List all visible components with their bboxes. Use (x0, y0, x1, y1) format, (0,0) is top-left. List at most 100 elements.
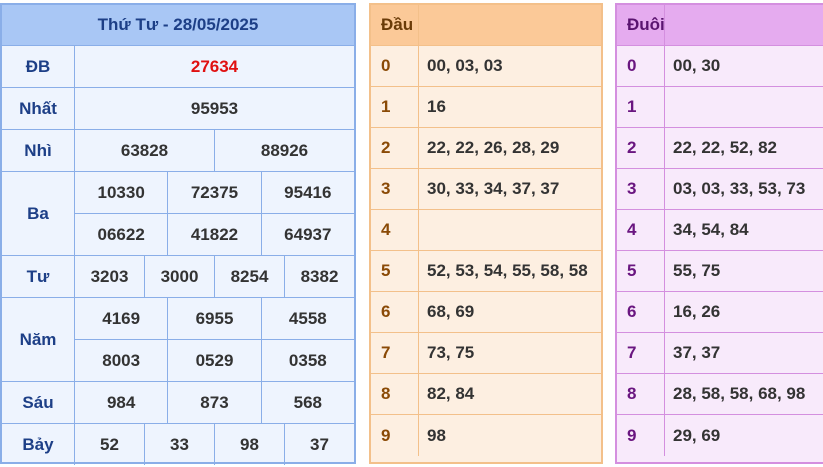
prize-row: Ba 10330 72375 95416 06622 41822 64937 (2, 172, 354, 256)
dau-row: 3 30, 33, 34, 37, 37 (371, 169, 601, 210)
prize-number-line: 27634 (75, 46, 354, 87)
prize-numbers: 27634 (75, 46, 354, 87)
prize-numbers: 3203 3000 8254 8382 (75, 256, 354, 297)
dau-values: 30, 33, 34, 37, 37 (427, 179, 560, 198)
prize-number: 873 (167, 382, 260, 423)
prize-number: 72375 (167, 172, 260, 213)
prize-label: Sáu (2, 382, 75, 423)
duoi-values: 03, 03, 33, 53, 73 (673, 179, 806, 198)
duoi-header-label: Đuôi (617, 5, 665, 45)
prize-number: 0529 (167, 340, 260, 381)
dau-digit: 8 (371, 374, 419, 414)
duoi-digit: 3 (617, 169, 665, 209)
dau-row: 9 98 (371, 415, 601, 456)
prize-number-line: 984 873 568 (75, 382, 354, 423)
duoi-digit: 6 (617, 292, 665, 332)
duoi-row: 3 03, 03, 33, 53, 73 (617, 169, 823, 210)
prize-row: ĐB 27634 (2, 46, 354, 88)
dau-values: 68, 69 (427, 302, 475, 321)
prize-number: 6955 (167, 298, 260, 339)
duoi-digit: 0 (617, 46, 665, 86)
prize-row: Sáu 984 873 568 (2, 382, 354, 424)
duoi-header: Đuôi (617, 5, 823, 46)
prize-label: Ba (2, 172, 75, 255)
prize-numbers: 63828 88926 (75, 130, 354, 171)
prize-numbers: 52 33 98 37 (75, 424, 354, 465)
dau-digit: 6 (371, 292, 419, 332)
duoi-row: 1 (617, 87, 823, 128)
prize-number: 52 (100, 434, 119, 454)
dau-values: 22, 22, 26, 28, 29 (427, 138, 560, 157)
prize-number: 95416 (260, 172, 354, 213)
prize-number: 3203 (90, 266, 129, 286)
prize-row: Bảy 52 33 98 37 (2, 424, 354, 465)
dau-digit: 7 (371, 333, 419, 373)
prize-number: 64937 (260, 214, 354, 255)
duoi-digit: 1 (617, 87, 665, 127)
prize-number: 568 (260, 382, 354, 423)
prize-label: Tư (2, 256, 75, 297)
prize-row: Nhất 95953 (2, 88, 354, 130)
duoi-values: 37, 37 (673, 343, 721, 362)
prize-number: 4558 (260, 298, 354, 339)
duoi-table: Đuôi 0 00, 30 1 2 22, 22, 52, 82 3 03, 03, 33,… (615, 3, 823, 464)
prize-label: Nhất (2, 88, 75, 129)
duoi-row: 4 34, 54, 84 (617, 210, 823, 251)
dau-digit: 0 (371, 46, 419, 86)
prize-number: 63828 (120, 140, 169, 160)
dau-table: Đầu 0 00, 03, 03 1 16 2 22, 22, 26, 28, 29 3 30… (369, 3, 603, 464)
prize-rows: ĐB 27634 Nhất 95953 Nhì 63828 88926 Ba 10330 7237… (2, 46, 354, 465)
prize-number-line: 10330 72375 95416 (75, 172, 354, 213)
prize-number: 0358 (260, 340, 354, 381)
prize-label: Bảy (2, 424, 75, 465)
dau-values: 73, 75 (427, 343, 475, 362)
dau-row: 2 22, 22, 26, 28, 29 (371, 128, 601, 169)
prize-number: 88926 (214, 130, 354, 171)
duoi-digit: 4 (617, 210, 665, 250)
dau-header: Đầu (371, 5, 601, 46)
prize-numbers: 4169 6955 4558 8003 0529 0358 (75, 298, 354, 381)
duoi-digit: 8 (617, 374, 665, 414)
duoi-values: 22, 22, 52, 82 (673, 138, 777, 157)
prize-label: Nhì (2, 130, 75, 171)
duoi-row: 6 16, 26 (617, 292, 823, 333)
special-prize-number: 27634 (190, 56, 239, 76)
prize-number: 10330 (97, 182, 145, 202)
prize-row: Tư 3203 3000 8254 8382 (2, 256, 354, 298)
duoi-digit: 9 (617, 415, 665, 456)
duoi-row: 5 55, 75 (617, 251, 823, 292)
dau-values: 52, 53, 54, 55, 58, 58 (427, 261, 588, 280)
prize-row: Năm 4169 6955 4558 8003 0529 0358 (2, 298, 354, 382)
duoi-header-blank (665, 5, 823, 45)
prize-row: Nhì 63828 88926 (2, 130, 354, 172)
dau-values: 16 (427, 97, 446, 116)
dau-digit: 4 (371, 210, 419, 250)
duoi-values: 29, 69 (673, 425, 721, 445)
duoi-values (665, 87, 823, 127)
prize-number-line: 3203 3000 8254 8382 (75, 256, 354, 297)
dau-digit: 9 (371, 415, 419, 456)
dau-row: 0 00, 03, 03 (371, 46, 601, 87)
prize-number-line: 63828 88926 (75, 130, 354, 171)
duoi-values: 34, 54, 84 (673, 220, 749, 239)
prize-number-line: 52 33 98 37 (75, 424, 354, 465)
prize-numbers: 984 873 568 (75, 382, 354, 423)
dau-header-label: Đầu (371, 5, 419, 45)
prize-number: 98 (214, 424, 284, 465)
prize-number: 33 (144, 424, 214, 465)
dau-row: 6 68, 69 (371, 292, 601, 333)
dau-digit: 3 (371, 169, 419, 209)
prize-label: ĐB (2, 46, 75, 87)
duoi-values: 16, 26 (673, 302, 721, 321)
prize-numbers: 95953 (75, 88, 354, 129)
prize-number-line: 95953 (75, 88, 354, 129)
duoi-digit: 2 (617, 128, 665, 168)
duoi-values: 55, 75 (673, 261, 721, 280)
prize-number: 8003 (102, 350, 141, 370)
prize-number: 41822 (167, 214, 260, 255)
duoi-values: 00, 30 (673, 56, 721, 75)
dau-header-blank (419, 5, 601, 45)
duoi-row: 9 29, 69 (617, 415, 823, 456)
dau-values: 82, 84 (427, 384, 475, 403)
duoi-digit: 5 (617, 251, 665, 291)
